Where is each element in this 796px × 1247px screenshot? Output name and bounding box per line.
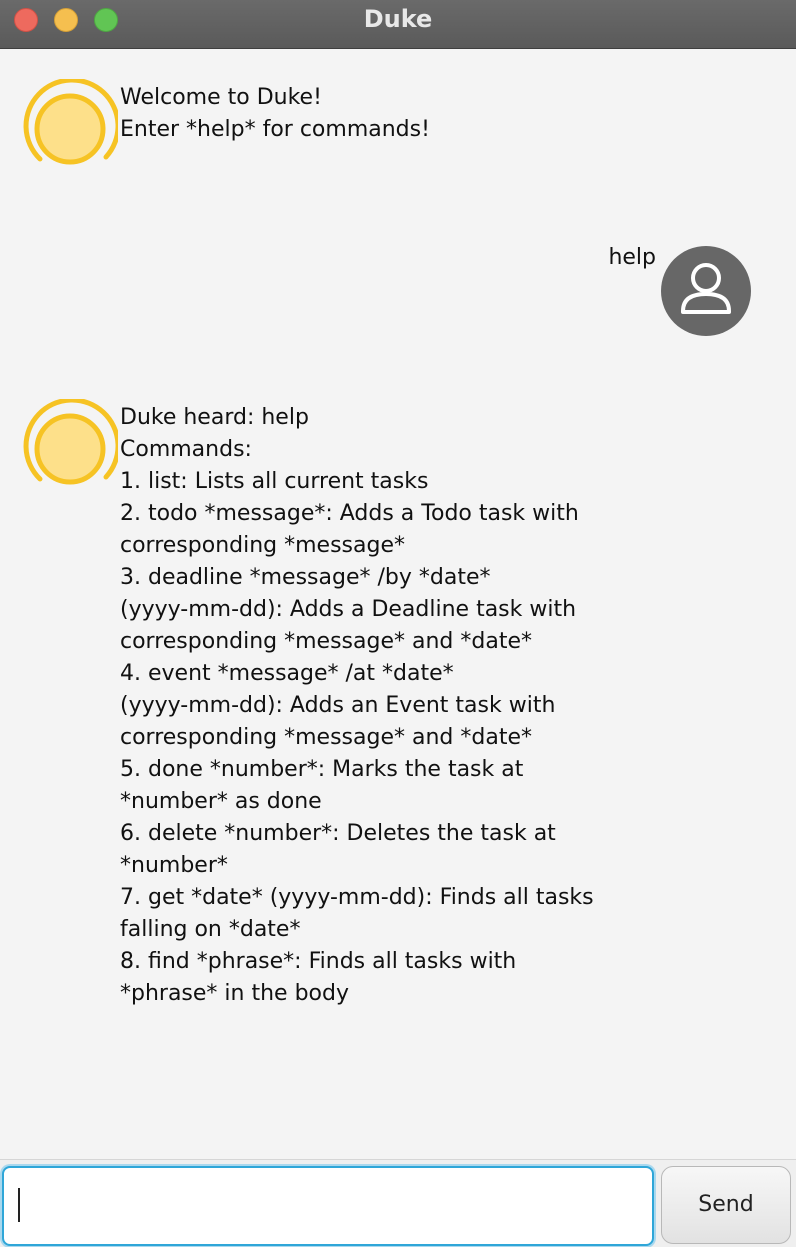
window-title: Duke (363, 5, 433, 33)
chat-area[interactable]: Welcome to Duke! Enter *help* for comman… (0, 49, 796, 1159)
user-avatar-icon (661, 246, 751, 336)
duke-welcome-message: Welcome to Duke! Enter *help* for comman… (120, 85, 430, 142)
user-message: help (608, 245, 656, 270)
window-titlebar: Duke (0, 0, 796, 49)
duke-sun-avatar-icon (23, 79, 118, 165)
message-input[interactable] (2, 1166, 654, 1246)
send-button[interactable]: Send (661, 1166, 791, 1244)
text-caret (18, 1188, 20, 1222)
duke-help-message: Duke heard: help Commands: 1. list: List… (120, 405, 594, 1006)
input-bar: Send (0, 1159, 796, 1247)
duke-sun-avatar-icon (23, 399, 118, 485)
